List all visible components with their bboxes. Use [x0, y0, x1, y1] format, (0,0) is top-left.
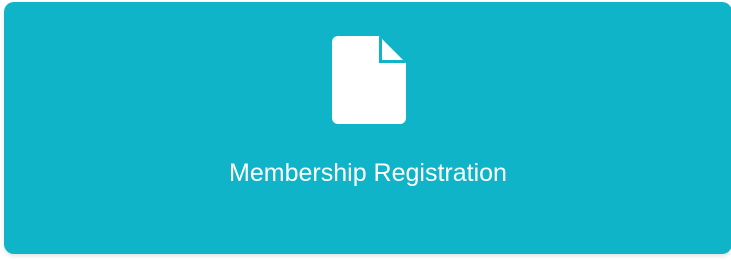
- document-icon: [332, 36, 406, 124]
- membership-registration-card[interactable]: Membership Registration: [4, 2, 731, 254]
- card-label: Membership Registration: [229, 159, 507, 187]
